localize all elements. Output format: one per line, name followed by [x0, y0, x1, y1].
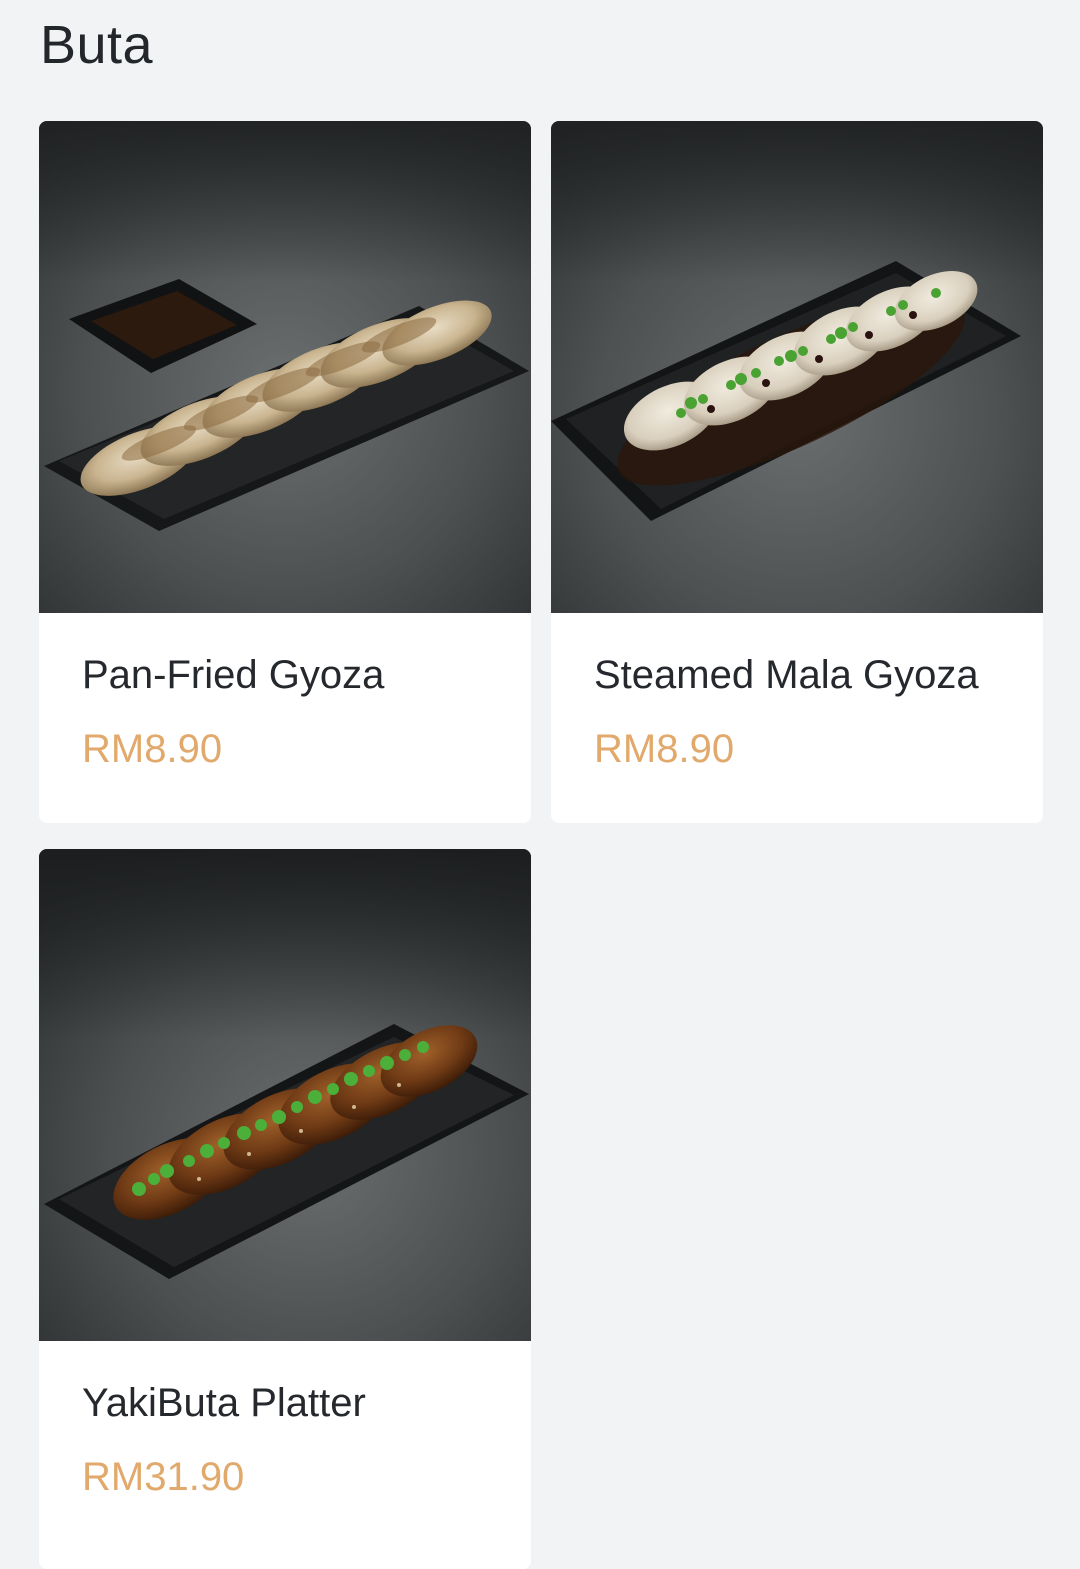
- menu-item-card[interactable]: YakiButa Platter RM31.90: [39, 849, 531, 1569]
- item-price: RM8.90: [594, 727, 735, 771]
- gyoza-photo: [39, 121, 531, 613]
- menu-item-card[interactable]: Pan-Fried Gyoza RM8.90: [39, 121, 531, 823]
- mala-gyoza-photo: [551, 121, 1043, 613]
- item-name: Pan-Fried Gyoza: [82, 653, 385, 697]
- menu-item-card[interactable]: Steamed Mala Gyoza RM8.90: [551, 121, 1043, 823]
- yakibuta-photo: [39, 849, 531, 1341]
- item-name: Steamed Mala Gyoza: [594, 653, 979, 697]
- item-name: YakiButa Platter: [82, 1381, 366, 1425]
- section-title: Buta: [40, 15, 154, 75]
- item-price: RM8.90: [82, 727, 223, 771]
- item-price: RM31.90: [82, 1455, 245, 1499]
